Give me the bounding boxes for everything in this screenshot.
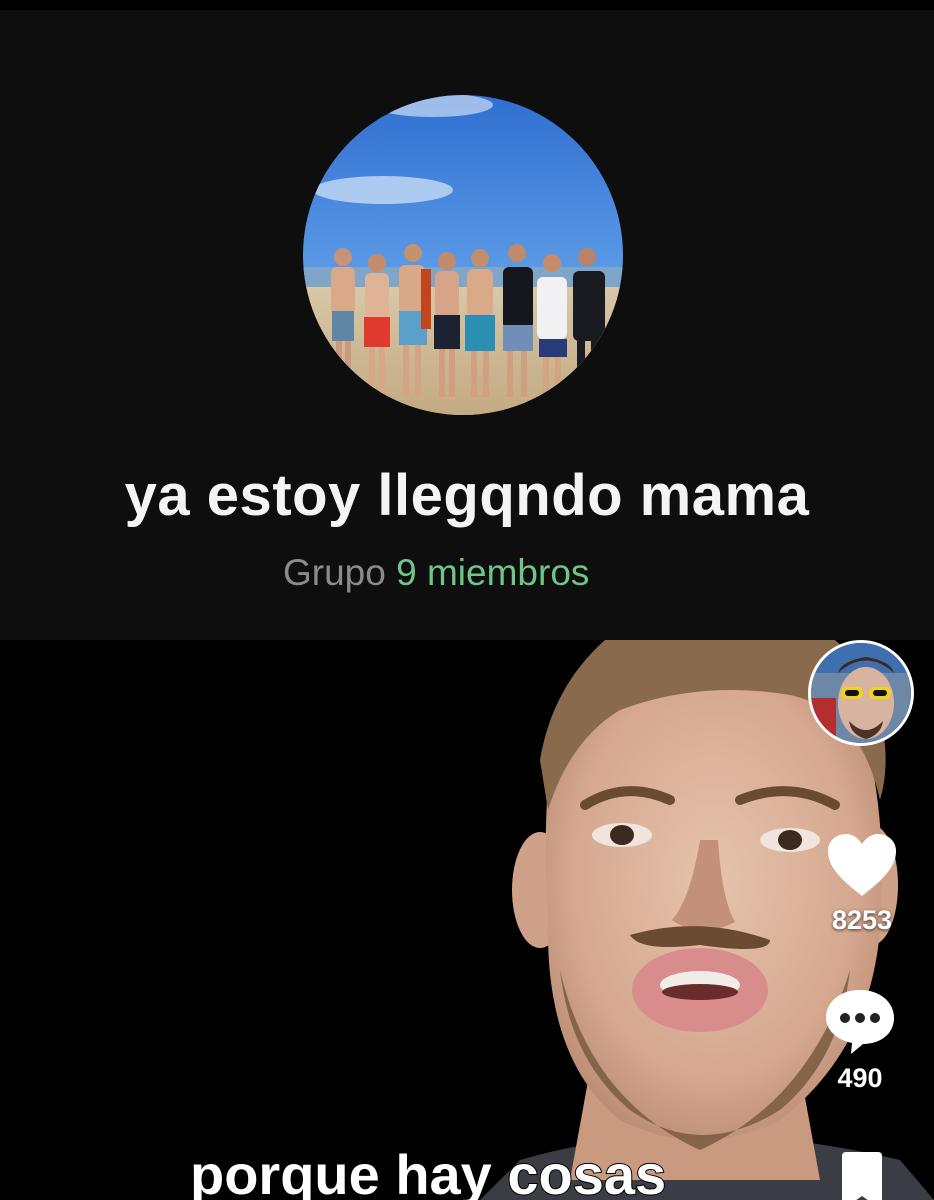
- person-video-frame: [480, 640, 934, 1200]
- group-members-link[interactable]: 9 miembros: [396, 552, 589, 593]
- group-title: ya estoy llegqndo mama: [124, 463, 810, 528]
- like-count: 8253: [831, 905, 893, 935]
- group-avatar[interactable]: [303, 95, 623, 415]
- group-info-panel: ya estoy llegqndo mama Grupo 9 miembros: [0, 0, 934, 640]
- group-type-label: Grupo: [283, 552, 386, 593]
- comment-bubble-icon: [823, 990, 897, 1060]
- creator-avatar[interactable]: [808, 640, 914, 746]
- group-subtitle: Grupo 9 miembros: [283, 552, 589, 594]
- like-button[interactable]: 8253: [817, 832, 907, 936]
- creator-photo: [811, 643, 911, 743]
- video-caption: porque hay cosas: [189, 1142, 667, 1200]
- top-edge: [0, 0, 934, 10]
- heart-icon: [826, 834, 898, 902]
- video-player[interactable]: [0, 640, 934, 1200]
- bookmark-button[interactable]: [836, 1150, 888, 1200]
- comment-count: 490: [837, 1063, 883, 1093]
- comment-button[interactable]: 490: [815, 986, 905, 1094]
- screenshot-page: ya estoy llegqndo mama Grupo 9 miembros: [0, 0, 934, 1200]
- group-photo: [303, 95, 623, 415]
